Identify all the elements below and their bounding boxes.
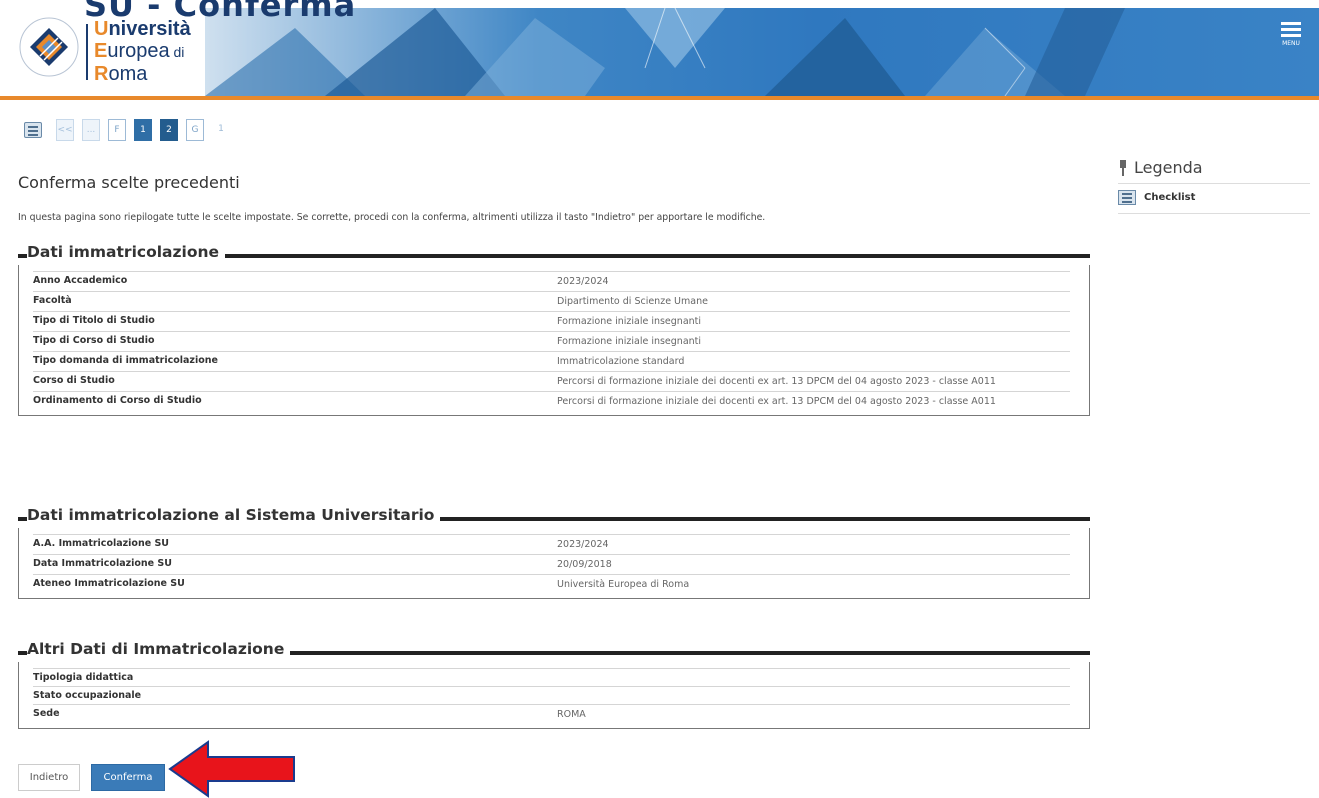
section-dati-immatricolazione: Dati immatricolazione Anno Accademico 202…: [18, 243, 1090, 416]
site-header: SU - Conferma Università Europea di Roma…: [0, 0, 1319, 100]
section-title: Dati immatricolazione al Sistema Univers…: [27, 506, 441, 524]
menu-button[interactable]: MENU: [1279, 20, 1303, 54]
table-row: Tipo domanda di immatricolazione Immatric…: [33, 352, 1070, 372]
page-title: Conferma scelte precedenti: [18, 173, 240, 192]
hamburger-icon: [1281, 22, 1301, 25]
table-row: Tipologia didattica: [33, 668, 1070, 687]
step-next-1: 1: [218, 124, 224, 134]
step-ellipsis: ...: [82, 119, 100, 141]
step-g[interactable]: G: [186, 119, 204, 141]
step-2-current[interactable]: 2: [160, 119, 178, 141]
legend-item-checklist: Checklist: [1118, 184, 1310, 214]
table-row: Data Immatricolazione SU 20/09/2018: [33, 555, 1070, 575]
wizard-steps: << ... F 1 2 G 1: [24, 119, 230, 141]
table-row: Ordinamento di Corso di Studio Percorsi d…: [33, 395, 996, 407]
section-title: Altri Dati di Immatricolazione: [27, 640, 291, 658]
table-row: Stato occupazionale: [33, 687, 1070, 705]
table-row: Corso di Studio Percorsi di formazione in…: [33, 372, 1070, 392]
pin-icon: [1118, 159, 1128, 176]
table-row: Anno Accademico 2023/2024: [33, 271, 1070, 292]
step-f[interactable]: F: [108, 119, 126, 141]
step-1[interactable]: 1: [134, 119, 152, 141]
back-button[interactable]: Indietro: [18, 764, 80, 791]
legend-panel: Legenda Checklist: [1118, 158, 1310, 214]
section-title: Dati immatricolazione: [27, 243, 226, 261]
table-row: A.A. Immatricolazione SU 2023/2024: [33, 534, 1070, 555]
list-icon: [1118, 190, 1136, 205]
university-seal-icon: [19, 17, 79, 77]
page-description: In questa pagina sono riepilogate tutte …: [18, 212, 766, 223]
menu-label: MENU: [1282, 40, 1300, 47]
confirm-button[interactable]: Conferma: [91, 764, 165, 791]
section-altri-dati: Altri Dati di Immatricolazione Tipologia…: [18, 640, 1090, 729]
university-name: Università Europea di Roma: [94, 18, 191, 85]
table-row: Tipo di Titolo di Studio Formazione inizi…: [33, 312, 1070, 332]
list-icon[interactable]: [24, 122, 42, 138]
section-sistema-universitario: Dati immatricolazione al Sistema Univers…: [18, 506, 1090, 599]
table-row: Facoltà Dipartimento di Scienze Umane: [33, 292, 1070, 312]
university-logo[interactable]: Università Europea di Roma: [18, 16, 208, 86]
table-row: Ateneo Immatricolazione SU Università Eur…: [33, 578, 690, 590]
header-banner-image: [205, 8, 1319, 96]
table-row: Sede ROMA: [33, 708, 586, 720]
annotation-arrow-icon: [168, 740, 295, 798]
legend-title: Legenda: [1134, 158, 1203, 177]
step-first[interactable]: <<: [56, 119, 74, 141]
table-row: Tipo di Corso di Studio Formazione inizia…: [33, 332, 1070, 352]
